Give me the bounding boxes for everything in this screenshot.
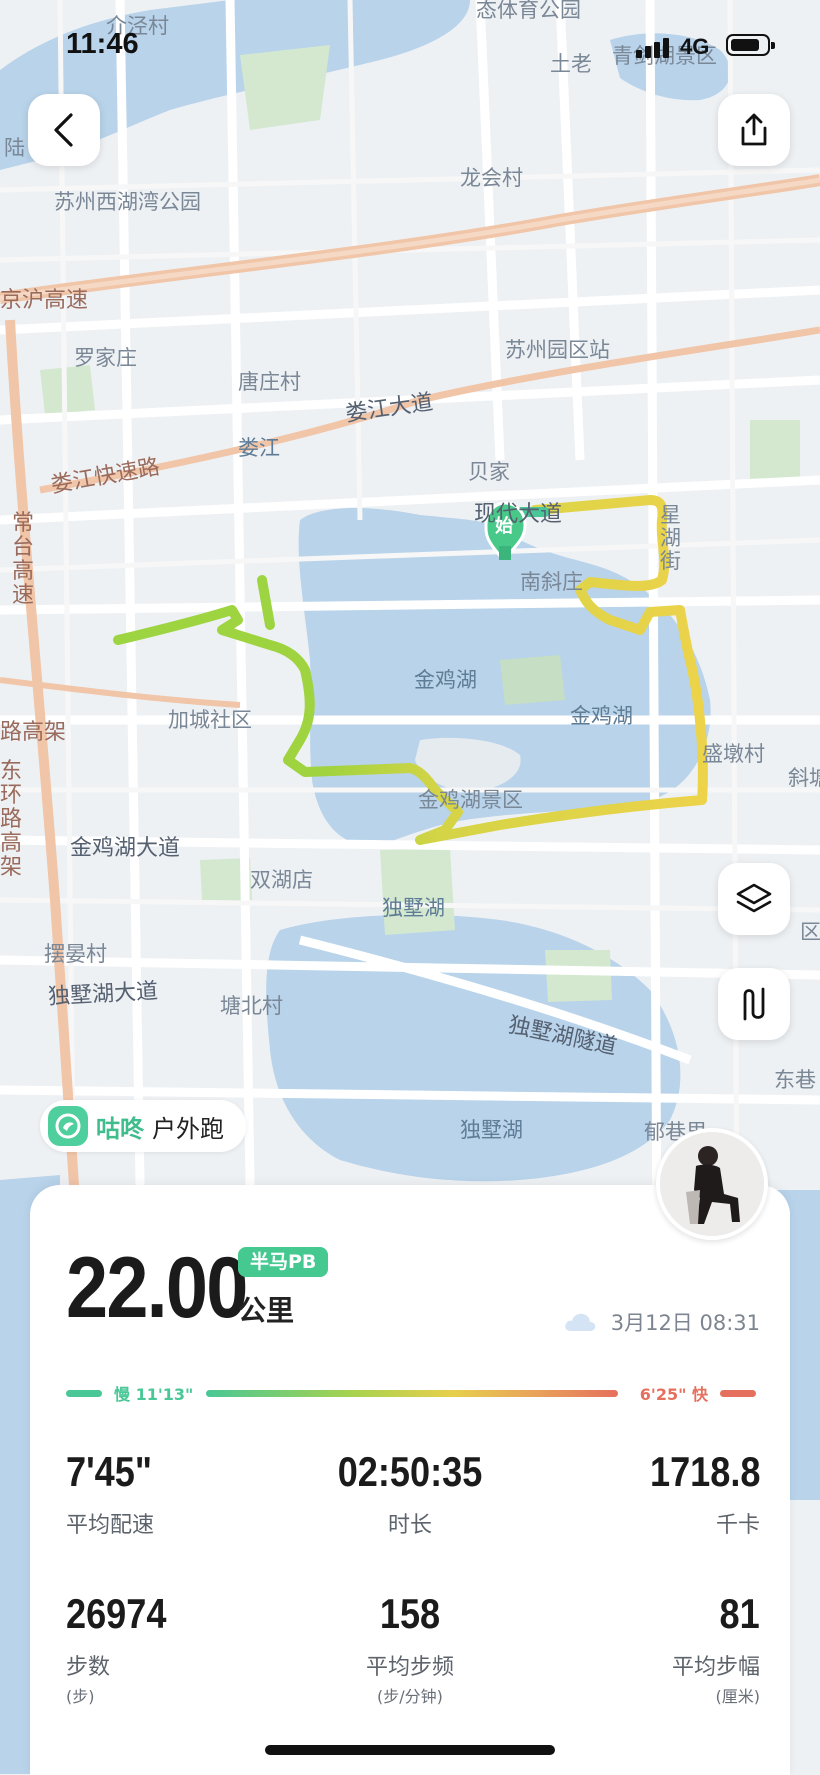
brand-name: 咕咚	[96, 1114, 144, 1143]
cadence-label: 平均步频	[365, 1655, 454, 1680]
map-label: 摆晏村	[44, 942, 107, 966]
start-marker-label: 始	[495, 516, 513, 537]
stride-value: 81	[719, 1590, 760, 1637]
network-label: 4G	[680, 34, 710, 59]
map-label: 态体育公园	[476, 0, 581, 22]
map-label: 贝家	[468, 460, 510, 484]
map-label: 娄江	[238, 436, 280, 460]
cadence-unit: (步/分钟)	[377, 1687, 443, 1706]
share-button[interactable]	[718, 94, 790, 166]
calories-value: 1718.8	[649, 1448, 760, 1495]
fastest-pace: 6'25" 快	[639, 1385, 708, 1404]
activity-type: 户外跑	[152, 1114, 224, 1143]
codoon-logo-icon	[48, 1106, 88, 1146]
map-label: 金鸡湖	[570, 704, 633, 728]
map-label: 苏州园区站	[505, 338, 610, 362]
steps-label: 步数	[66, 1655, 111, 1680]
map-label: 路高架	[0, 720, 67, 745]
map-label: 苏州西湖湾公园	[54, 190, 201, 214]
status-time: 11:46	[66, 28, 139, 60]
home-indicator[interactable]	[265, 1745, 555, 1755]
map-label: 唐庄村	[238, 370, 301, 394]
distance-unit: 公里	[238, 1294, 295, 1327]
track-replay-button[interactable]	[718, 968, 790, 1040]
battery-icon	[726, 34, 775, 56]
brand-tag: 咕咚 户外跑	[40, 1100, 246, 1152]
map-label: 常台高速	[12, 511, 35, 608]
duration-value: 02:50:35	[337, 1448, 483, 1495]
status-bar: 11:46 4G	[0, 28, 820, 68]
chevron-left-icon	[54, 113, 73, 147]
map-label: 区	[800, 920, 820, 944]
user-avatar[interactable]	[656, 1128, 768, 1240]
map-label: 京沪高速	[0, 288, 89, 313]
map-label: 罗家庄	[74, 346, 137, 370]
cloud-icon	[564, 1313, 595, 1331]
map-label: 盛墩村	[702, 742, 765, 766]
avg-pace-value: 7'45"	[66, 1448, 152, 1495]
activity-datetime: 3月12日 08:31	[563, 1307, 760, 1337]
cadence-value: 158	[379, 1590, 441, 1637]
layers-icon	[736, 883, 772, 913]
route-icon	[743, 987, 765, 1021]
map-label: 塘北村	[220, 994, 283, 1018]
stride-unit: (厘米)	[715, 1687, 761, 1706]
back-button[interactable]	[28, 94, 100, 166]
map-label: 金鸡湖大道	[70, 836, 181, 861]
map-label: 双湖店	[250, 868, 313, 892]
map-label: 金鸡湖景区	[418, 788, 523, 812]
distance-value: 22.00	[66, 1240, 248, 1336]
map-label: 陆	[4, 136, 25, 160]
pace-range-bar: 慢 11'13" 6'25" 快	[66, 1381, 756, 1407]
map-label: 独墅湖	[382, 896, 445, 920]
map-label: 现代大道	[474, 502, 563, 527]
map-label: 独墅湖	[460, 1118, 523, 1142]
map-label: 星湖街	[660, 503, 681, 573]
map-label: 东巷	[774, 1068, 816, 1092]
map-label: 龙会村	[460, 166, 523, 190]
map-label: 加城社区	[168, 708, 252, 732]
map-label: 南斜庄	[520, 570, 583, 594]
share-icon	[741, 113, 767, 146]
pb-badge: 半马PB	[238, 1247, 329, 1277]
map-label: 金鸡湖	[414, 668, 477, 692]
map-label: 独墅湖大道	[47, 979, 159, 1010]
map-label: 东环路高架	[0, 759, 23, 880]
stride-label: 平均步幅	[671, 1655, 760, 1680]
calories-label: 千卡	[715, 1513, 760, 1538]
steps-unit: (步)	[66, 1687, 95, 1706]
steps-value: 26974	[66, 1590, 167, 1637]
datetime-text: 3月12日 08:31	[610, 1311, 760, 1335]
slowest-pace: 慢 11'13"	[114, 1385, 194, 1404]
signal-icon	[636, 36, 672, 58]
summary-card: 22.00 半马PB 公里 3月12日 08:31 慢 11'13" 6'25"…	[30, 1185, 790, 1775]
map-label: 斜塘	[788, 766, 820, 790]
duration-label: 时长	[387, 1513, 432, 1538]
map-layers-button[interactable]	[718, 863, 790, 935]
avg-pace-label: 平均配速	[66, 1513, 155, 1538]
